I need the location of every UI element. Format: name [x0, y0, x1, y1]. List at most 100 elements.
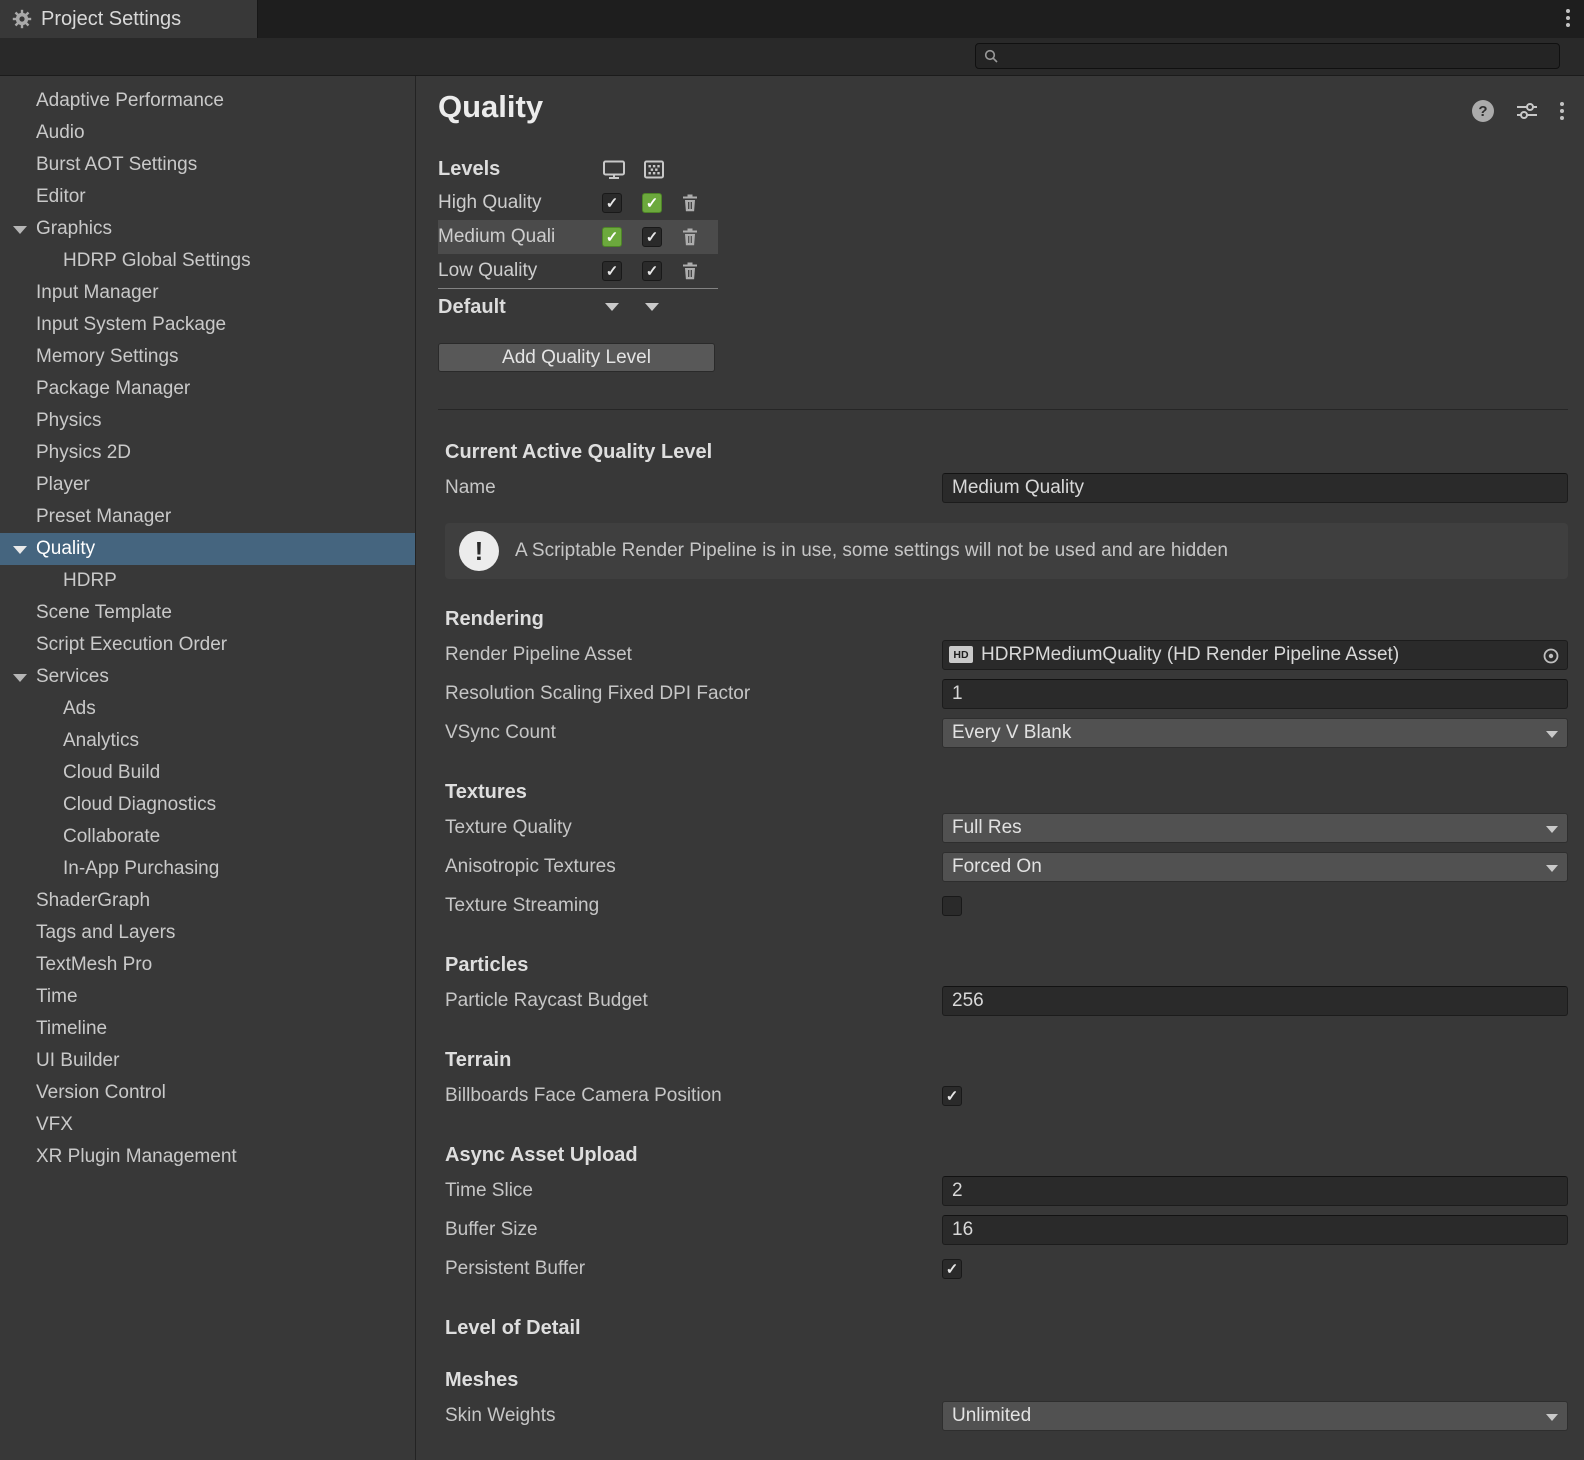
- sidebar-item-audio[interactable]: Audio: [0, 117, 415, 149]
- trash-icon[interactable]: [680, 261, 700, 281]
- section-meshes: Meshes: [445, 1368, 1568, 1392]
- sidebar-item-editor[interactable]: Editor: [0, 181, 415, 213]
- help-icon[interactable]: ?: [1472, 100, 1494, 122]
- buffer-size-label: Buffer Size: [445, 1219, 942, 1241]
- tab-title: Project Settings: [41, 8, 181, 31]
- sidebar-item-xr-plugin-management[interactable]: XR Plugin Management: [0, 1141, 415, 1173]
- sidebar-item-timeline[interactable]: Timeline: [0, 1013, 415, 1045]
- sidebar-item-hdrp-global-settings[interactable]: HDRP Global Settings: [0, 245, 415, 277]
- sidebar-item-graphics[interactable]: Graphics: [0, 213, 415, 245]
- add-quality-level-button[interactable]: Add Quality Level: [438, 343, 715, 372]
- dpi-factor-field[interactable]: 1: [942, 679, 1568, 709]
- sidebar-item-memory-settings[interactable]: Memory Settings: [0, 341, 415, 373]
- quality-level-name: Medium Quali: [438, 226, 602, 248]
- billboards-face-camera-checkbox[interactable]: [942, 1086, 962, 1106]
- sidebar-item-analytics[interactable]: Analytics: [0, 725, 415, 757]
- section-level-of-detail: Level of Detail: [445, 1316, 1568, 1340]
- buffer-size-field[interactable]: 16: [942, 1215, 1568, 1245]
- sidebar-item-in-app-purchasing[interactable]: In-App Purchasing: [0, 853, 415, 885]
- platform-quality-checkbox[interactable]: [642, 193, 662, 213]
- sidebar-item-hdrp[interactable]: HDRP: [0, 565, 415, 597]
- platform-quality-checkbox[interactable]: [642, 227, 662, 247]
- sidebar-item-services[interactable]: Services: [0, 661, 415, 693]
- quality-level-row-low[interactable]: Low Quality: [438, 254, 718, 288]
- sidebar-item-textmesh-pro[interactable]: TextMesh Pro: [0, 949, 415, 981]
- section-rendering: Rendering: [445, 607, 1568, 631]
- platform-quality-checkbox[interactable]: [602, 227, 622, 247]
- presets-icon[interactable]: [1516, 102, 1538, 120]
- platform-quality-checkbox[interactable]: [602, 193, 622, 213]
- name-field[interactable]: Medium Quality: [942, 473, 1568, 503]
- page-title: Quality: [438, 88, 1568, 126]
- section-current-active-quality-level: Current Active Quality Level: [445, 440, 1568, 464]
- sidebar-item-shadergraph[interactable]: ShaderGraph: [0, 885, 415, 917]
- quality-levels-table: Levels: [438, 152, 1568, 325]
- particle-raycast-budget-field[interactable]: 256: [942, 986, 1568, 1016]
- settings-sidebar: Adaptive Performance Audio Burst AOT Set…: [0, 76, 416, 1460]
- sidebar-item-package-manager[interactable]: Package Manager: [0, 373, 415, 405]
- anisotropic-textures-dropdown[interactable]: Forced On: [942, 852, 1568, 882]
- sidebar-item-cloud-diagnostics[interactable]: Cloud Diagnostics: [0, 789, 415, 821]
- levels-heading: Levels: [438, 158, 602, 181]
- sidebar-item-vfx[interactable]: VFX: [0, 1109, 415, 1141]
- desktop-platform-icon: [602, 159, 626, 180]
- texture-streaming-checkbox[interactable]: [942, 896, 962, 916]
- anisotropic-textures-label: Anisotropic Textures: [445, 856, 942, 878]
- default-quality-row: Default: [438, 289, 718, 325]
- vsync-count-label: VSync Count: [445, 722, 942, 744]
- window-menu-icon[interactable]: [1566, 9, 1570, 27]
- sidebar-item-physics[interactable]: Physics: [0, 405, 415, 437]
- toolbar: [0, 38, 1584, 76]
- texture-quality-label: Texture Quality: [445, 817, 942, 839]
- trash-icon[interactable]: [680, 193, 700, 213]
- default-label: Default: [438, 296, 506, 319]
- billboards-face-camera-label: Billboards Face Camera Position: [445, 1085, 942, 1107]
- search-input[interactable]: [1005, 47, 1551, 66]
- sidebar-item-tags-and-layers[interactable]: Tags and Layers: [0, 917, 415, 949]
- sidebar-item-quality[interactable]: Quality: [0, 533, 415, 565]
- sidebar-item-adaptive-performance[interactable]: Adaptive Performance: [0, 85, 415, 117]
- platform-quality-checkbox[interactable]: [642, 261, 662, 281]
- srp-info-box: A Scriptable Render Pipeline is in use, …: [445, 523, 1568, 579]
- sidebar-item-ads[interactable]: Ads: [0, 693, 415, 725]
- quality-settings-panel: Quality ? Levels: [416, 76, 1584, 1460]
- object-picker-icon[interactable]: [1542, 647, 1560, 671]
- sidebar-item-scene-template[interactable]: Scene Template: [0, 597, 415, 629]
- sidebar-item-burst-aot-settings[interactable]: Burst AOT Settings: [0, 149, 415, 181]
- default-quality-dropdown-icon[interactable]: [645, 303, 659, 311]
- sidebar-item-time[interactable]: Time: [0, 981, 415, 1013]
- sidebar-item-input-manager[interactable]: Input Manager: [0, 277, 415, 309]
- default-quality-dropdown-icon[interactable]: [605, 303, 619, 311]
- quality-level-name: Low Quality: [438, 260, 602, 282]
- trash-icon[interactable]: [680, 227, 700, 247]
- sidebar-item-physics-2d[interactable]: Physics 2D: [0, 437, 415, 469]
- sidebar-item-cloud-build[interactable]: Cloud Build: [0, 757, 415, 789]
- sidebar-item-version-control[interactable]: Version Control: [0, 1077, 415, 1109]
- info-icon: [459, 531, 499, 571]
- vsync-count-dropdown[interactable]: Every V Blank: [942, 718, 1568, 748]
- search-box[interactable]: [975, 43, 1560, 69]
- name-label: Name: [445, 477, 942, 499]
- srp-info-text: A Scriptable Render Pipeline is in use, …: [515, 540, 1228, 562]
- sidebar-item-preset-manager[interactable]: Preset Manager: [0, 501, 415, 533]
- hd-asset-icon: HD: [949, 646, 973, 663]
- gear-icon: [12, 9, 32, 29]
- persistent-buffer-checkbox[interactable]: [942, 1259, 962, 1279]
- sidebar-item-collaborate[interactable]: Collaborate: [0, 821, 415, 853]
- tab-project-settings[interactable]: Project Settings: [0, 0, 258, 38]
- texture-quality-dropdown[interactable]: Full Res: [942, 813, 1568, 843]
- time-slice-field[interactable]: 2: [942, 1176, 1568, 1206]
- skin-weights-dropdown[interactable]: Unlimited: [942, 1401, 1568, 1431]
- render-pipeline-asset-field[interactable]: HD HDRPMediumQuality (HD Render Pipeline…: [942, 640, 1568, 670]
- quality-level-row-high[interactable]: High Quality: [438, 186, 718, 220]
- sidebar-item-input-system-package[interactable]: Input System Package: [0, 309, 415, 341]
- sidebar-item-script-execution-order[interactable]: Script Execution Order: [0, 629, 415, 661]
- section-particles: Particles: [445, 953, 1568, 977]
- section-textures: Textures: [445, 780, 1568, 804]
- quality-level-row-medium[interactable]: Medium Quali: [438, 220, 718, 254]
- platform-quality-checkbox[interactable]: [602, 261, 622, 281]
- sidebar-item-player[interactable]: Player: [0, 469, 415, 501]
- dpi-factor-label: Resolution Scaling Fixed DPI Factor: [445, 683, 942, 705]
- panel-menu-icon[interactable]: [1560, 102, 1564, 120]
- sidebar-item-ui-builder[interactable]: UI Builder: [0, 1045, 415, 1077]
